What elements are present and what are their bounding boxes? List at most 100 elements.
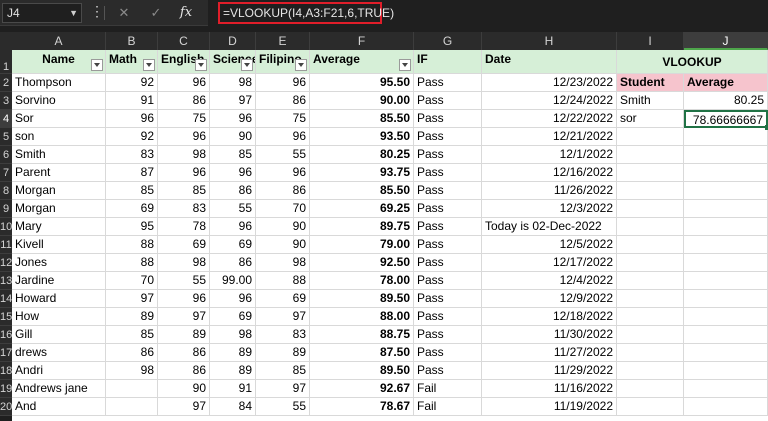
cell-average[interactable]: 88.00: [310, 308, 414, 326]
cell-math[interactable]: 88: [106, 254, 158, 272]
cell-name[interactable]: Howard: [12, 290, 106, 308]
cell-name[interactable]: Thompson: [12, 74, 106, 92]
filter-dropdown-icon[interactable]: [143, 59, 155, 71]
cell-name[interactable]: Morgan: [12, 200, 106, 218]
cell-english[interactable]: 96: [158, 164, 210, 182]
cell-name[interactable]: Jones: [12, 254, 106, 272]
cell-average[interactable]: 89.75: [310, 218, 414, 236]
header-name[interactable]: Name: [12, 50, 106, 74]
vlookup-student[interactable]: Smith: [617, 92, 684, 110]
header-filipino[interactable]: Filipino: [256, 50, 310, 74]
cell-filipino[interactable]: 96: [256, 164, 310, 182]
row-header-11[interactable]: 11: [0, 236, 12, 254]
cell-empty[interactable]: [684, 200, 768, 218]
cell-date[interactable]: 12/21/2022: [482, 128, 617, 146]
active-cell[interactable]: 78.66666667: [684, 110, 768, 130]
cell-filipino[interactable]: 97: [256, 380, 310, 398]
cell-english[interactable]: 86: [158, 362, 210, 380]
column-header-d[interactable]: D: [210, 32, 256, 50]
cell-empty[interactable]: [617, 182, 684, 200]
cell-filipino[interactable]: 89: [256, 344, 310, 362]
row-header-20[interactable]: 20: [0, 398, 12, 416]
column-header-j[interactable]: J: [684, 32, 768, 50]
cell-english[interactable]: 69: [158, 236, 210, 254]
vlookup-student[interactable]: sor: [617, 110, 684, 128]
cell-average[interactable]: 88.75: [310, 326, 414, 344]
cell-date[interactable]: Today is 02-Dec-2022: [482, 218, 617, 236]
header-date[interactable]: Date: [482, 50, 617, 74]
cell-science[interactable]: 85: [210, 146, 256, 164]
cell-name[interactable]: drews: [12, 344, 106, 362]
column-header-a[interactable]: A: [12, 32, 106, 50]
vlookup-average[interactable]: 80.25: [684, 92, 768, 110]
cell-science[interactable]: 98: [210, 326, 256, 344]
cell-if[interactable]: Pass: [414, 74, 482, 92]
cell-filipino[interactable]: 90: [256, 218, 310, 236]
cell-empty[interactable]: [684, 236, 768, 254]
cell-if[interactable]: Pass: [414, 344, 482, 362]
cell-english[interactable]: 78: [158, 218, 210, 236]
cell-empty[interactable]: [617, 146, 684, 164]
cell-date[interactable]: 11/29/2022: [482, 362, 617, 380]
cell-name[interactable]: Parent: [12, 164, 106, 182]
insert-function-icon[interactable]: fx: [176, 4, 196, 22]
cell-math[interactable]: [106, 380, 158, 398]
cell-math[interactable]: 86: [106, 344, 158, 362]
cell-empty[interactable]: [684, 344, 768, 362]
column-header-f[interactable]: F: [310, 32, 414, 50]
cell-filipino[interactable]: 97: [256, 308, 310, 326]
cell-english[interactable]: 98: [158, 146, 210, 164]
cell-date[interactable]: 11/27/2022: [482, 344, 617, 362]
spreadsheet-grid[interactable]: Name Math English Science Filipino Average IF D…: [12, 50, 768, 421]
cell-english[interactable]: 97: [158, 398, 210, 416]
cell-name[interactable]: Jardine: [12, 272, 106, 290]
cell-if[interactable]: Pass: [414, 272, 482, 290]
row-header-19[interactable]: 19: [0, 380, 12, 398]
cell-filipino[interactable]: 55: [256, 146, 310, 164]
cell-if[interactable]: Pass: [414, 200, 482, 218]
filter-dropdown-icon[interactable]: [91, 59, 103, 71]
select-all-corner[interactable]: [0, 32, 12, 50]
cell-filipino[interactable]: 96: [256, 74, 310, 92]
cell-if[interactable]: Pass: [414, 128, 482, 146]
cell-math[interactable]: 92: [106, 74, 158, 92]
cell-date[interactable]: 12/1/2022: [482, 146, 617, 164]
cell-filipino[interactable]: 75: [256, 110, 310, 128]
row-header-1[interactable]: 1: [0, 50, 12, 74]
cell-filipino[interactable]: 85: [256, 362, 310, 380]
cell-empty[interactable]: [684, 272, 768, 290]
row-header-16[interactable]: 16: [0, 326, 12, 344]
chevron-down-icon[interactable]: ▼: [69, 4, 78, 22]
column-header-b[interactable]: B: [106, 32, 158, 50]
cell-if[interactable]: Pass: [414, 182, 482, 200]
filter-dropdown-icon[interactable]: [241, 59, 253, 71]
cell-english[interactable]: 96: [158, 128, 210, 146]
row-header-17[interactable]: 17: [0, 344, 12, 362]
cell-if[interactable]: Pass: [414, 308, 482, 326]
cell-filipino[interactable]: 90: [256, 236, 310, 254]
column-header-e[interactable]: E: [256, 32, 310, 50]
cell-science[interactable]: 90: [210, 128, 256, 146]
row-header-2[interactable]: 2: [0, 74, 12, 92]
cell-name[interactable]: Sor: [12, 110, 106, 128]
cell-if[interactable]: Pass: [414, 326, 482, 344]
cell-average[interactable]: 79.00: [310, 236, 414, 254]
column-header-i[interactable]: I: [617, 32, 684, 50]
cell-empty[interactable]: [684, 218, 768, 236]
header-english[interactable]: English: [158, 50, 210, 74]
cell-date[interactable]: 11/16/2022: [482, 380, 617, 398]
vlookup-student-label[interactable]: Student: [617, 74, 684, 92]
cell-average[interactable]: 69.25: [310, 200, 414, 218]
cell-science[interactable]: 86: [210, 254, 256, 272]
cell-math[interactable]: 92: [106, 128, 158, 146]
cell-name[interactable]: Morgan: [12, 182, 106, 200]
cell-math[interactable]: 87: [106, 164, 158, 182]
cell-empty[interactable]: [617, 308, 684, 326]
cell-english[interactable]: 89: [158, 326, 210, 344]
cell-if[interactable]: Fail: [414, 398, 482, 416]
cell-english[interactable]: 96: [158, 290, 210, 308]
cell-empty[interactable]: [684, 146, 768, 164]
enter-icon[interactable]: ✓: [146, 4, 166, 22]
cell-science[interactable]: 69: [210, 236, 256, 254]
cell-filipino[interactable]: 88: [256, 272, 310, 290]
